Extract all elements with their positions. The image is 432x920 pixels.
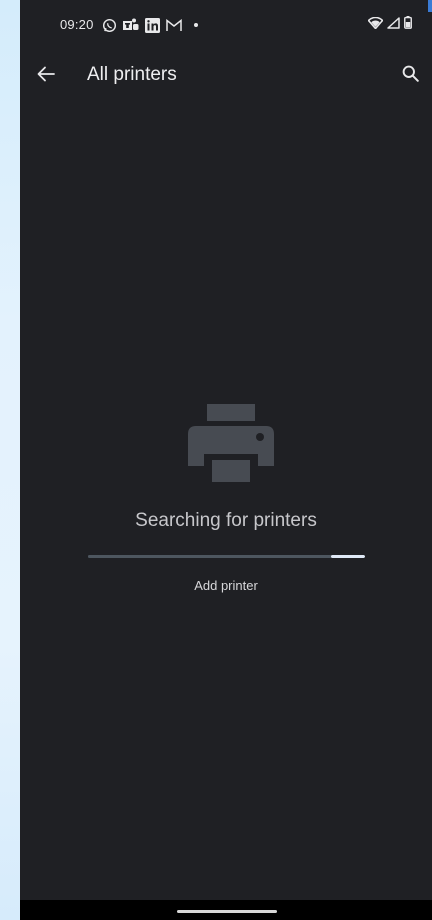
search-icon [402,65,419,87]
status-notification-icons [102,16,198,34]
search-button[interactable] [396,62,424,90]
searching-message: Searching for printers [135,510,317,531]
phone-screen: 09:20 All printers Searching for printer… [20,0,432,920]
cellular-signal-icon [387,16,400,34]
status-time: 09:20 [60,17,94,32]
teams-icon [123,18,139,33]
home-gesture-handle[interactable] [177,910,277,913]
whatsapp-icon [102,18,117,33]
linkedin-icon [145,17,160,33]
back-arrow-icon [37,66,55,87]
page-title: All printers [87,64,177,85]
search-progress-bar [88,555,365,558]
status-bar: 09:20 [20,0,432,50]
progress-indicator [331,555,365,558]
progress-track-fill [88,555,331,558]
battery-icon [404,16,412,34]
add-printer-button[interactable]: Add printer [166,574,286,598]
gmail-icon [166,18,182,32]
back-button[interactable] [32,62,60,90]
status-system-icons [367,16,412,34]
app-bar: All printers [20,54,432,98]
printer-icon [188,404,274,482]
notification-dot [194,23,198,27]
navigation-bar [20,900,432,920]
wifi-icon [367,16,384,34]
